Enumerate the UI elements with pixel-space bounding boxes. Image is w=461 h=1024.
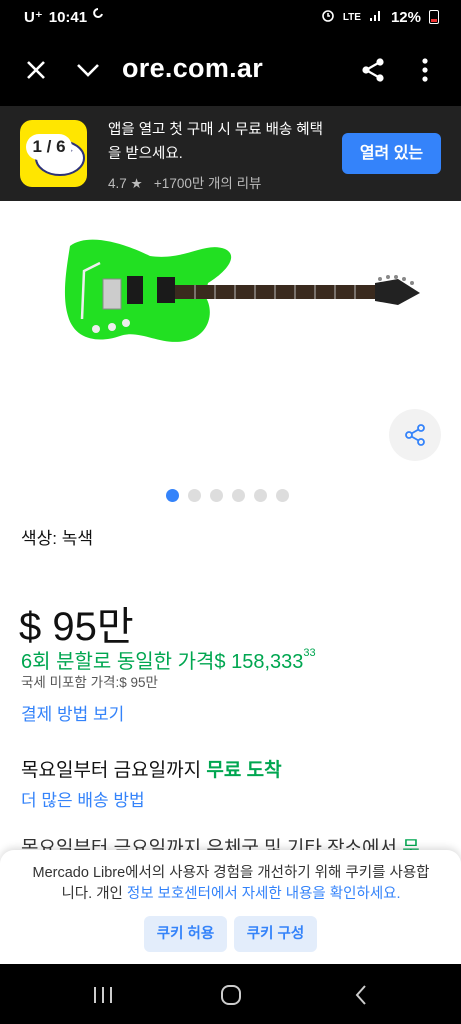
alarm-icon — [321, 8, 335, 26]
open-app-button[interactable]: 열려 있는 — [342, 133, 441, 174]
battery-icon — [429, 10, 439, 24]
time-label: 10:41 — [48, 8, 88, 26]
more-shipping-link[interactable]: 더 많은 배송 방법 — [21, 786, 145, 811]
carrier-label: U⁺ — [24, 9, 43, 26]
pagination-dot-active[interactable] — [166, 489, 179, 502]
banner-title: 앱을 열고 첫 구매 시 무료 배송 혜택을 받으세요. — [108, 122, 323, 162]
back-icon[interactable] — [346, 980, 376, 1010]
pagination-dot[interactable] — [188, 489, 201, 502]
accept-cookies-button[interactable]: 쿠키 허용 — [144, 916, 227, 952]
cookie-message: Mercado Libre에서의 사용자 경험을 개선하기 위해 쿠키를 사용합… — [26, 863, 436, 905]
cookie-banner: Mercado Libre에서의 사용자 경험을 개선하기 위해 쿠키를 사용합… — [0, 850, 461, 964]
star-icon: ★ — [130, 176, 143, 191]
payment-methods-link[interactable]: 결제 방법 보기 — [21, 700, 124, 725]
gallery-pagination — [166, 489, 289, 502]
battery-label: 12% — [390, 8, 421, 26]
lte-label: LTE — [342, 11, 361, 23]
pagination-dot[interactable] — [210, 489, 223, 502]
product-gallery[interactable] — [0, 201, 461, 502]
configure-cookies-button[interactable]: 쿠키 구성 — [234, 916, 317, 952]
installments-text: 6회 분할로 동일한 가격$ 158,333 — [21, 651, 304, 673]
more-vert-icon[interactable] — [407, 52, 443, 88]
chevron-down-icon[interactable] — [70, 52, 106, 88]
privacy-center-link[interactable]: 정보 보호센터에서 자세한 내용을 확인하세요. — [127, 886, 401, 902]
tax-note: 국세 미포함 가격:$ 95만 — [21, 675, 158, 690]
installments-info: 6회 분할로 동일한 가격$ 158,33333 — [21, 645, 316, 674]
share-icon[interactable] — [355, 52, 391, 88]
status-bar: U⁺ 10:41 LTE 12% — [0, 0, 461, 36]
app-install-banner: 1 / 6 앱을 열고 첫 구매 시 무료 배송 혜택을 받으세요. 4.7 ★… — [0, 106, 461, 201]
mercado-libre-logo: 1 / 6 — [20, 120, 87, 187]
banner-rating: 4.7 ★ +1700만 개의 리뷰 — [108, 172, 261, 192]
pagination-dot[interactable] — [232, 489, 245, 502]
recent-apps-icon[interactable] — [88, 980, 118, 1010]
color-variant-label: 색상: 녹색 — [21, 529, 94, 548]
review-count: +1700만 개의 리뷰 — [153, 176, 262, 191]
logo-counter: 1 / 6 — [26, 134, 72, 160]
url-text[interactable]: ore.com.ar — [122, 53, 263, 84]
signal-icon — [369, 8, 383, 26]
free-delivery-label: 무료 도착 — [206, 760, 282, 781]
pagination-dot[interactable] — [254, 489, 267, 502]
rating-value: 4.7 — [108, 176, 127, 191]
close-icon[interactable] — [18, 52, 54, 88]
home-icon[interactable] — [216, 980, 246, 1010]
system-nav-bar — [0, 964, 461, 1024]
guitar-image — [64, 239, 420, 342]
product-price: $ 95만 — [19, 605, 134, 649]
share-product-button[interactable] — [389, 409, 441, 461]
delivery-info: 목요일부터 금요일까지 무료 도착 — [21, 755, 282, 782]
browser-toolbar: ore.com.ar — [0, 36, 461, 106]
share-icon — [405, 424, 425, 446]
delivery-dates: 목요일부터 금요일까지 — [21, 760, 202, 781]
sync-icon — [93, 8, 104, 26]
installments-cents: 33 — [303, 647, 316, 659]
pagination-dot[interactable] — [276, 489, 289, 502]
